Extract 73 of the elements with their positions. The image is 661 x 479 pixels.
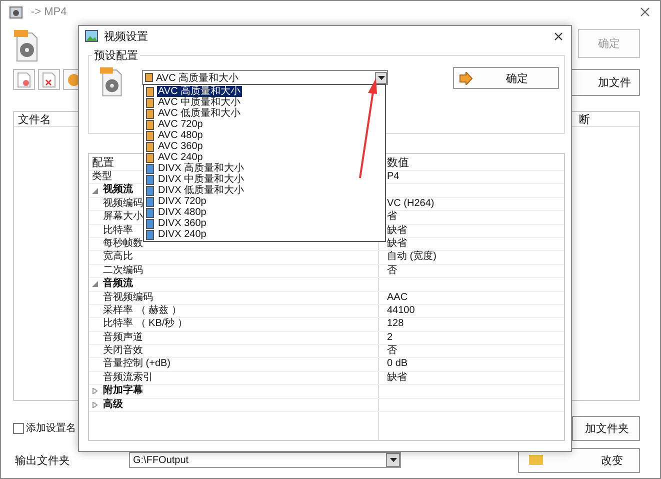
output-folder-combobox[interactable]: G:\FFOutput	[129, 452, 401, 468]
remove-file-button[interactable]	[13, 69, 35, 90]
column-header: 数值	[386, 156, 410, 170]
property-label: 类型	[92, 171, 112, 184]
property-value[interactable]: 省	[387, 211, 397, 222]
dropdown-option[interactable]: AVC 360p	[146, 141, 383, 152]
property-label: 音频流	[102, 278, 133, 291]
dropdown-option[interactable]: DIVX 480p	[146, 207, 383, 218]
property-value[interactable]: 自动 (宽度)	[387, 251, 436, 262]
dropdown-option[interactable]: DIVX 240p	[146, 229, 383, 240]
expand-icon[interactable]	[92, 188, 98, 194]
property-label: 音量控制 (+dB)	[102, 358, 171, 371]
property-label: 视频流	[102, 184, 133, 197]
property-label: 关闭音效	[102, 345, 143, 358]
property-label: 视频编码	[102, 198, 143, 210]
change-button[interactable]: 改变	[518, 448, 640, 472]
dropdown-option[interactable]: AVC 低质量和大小	[146, 108, 383, 119]
picture-icon	[85, 30, 98, 42]
close-icon[interactable]	[554, 32, 563, 40]
window-title: -> MP4	[31, 6, 67, 18]
checkbox[interactable]	[13, 422, 24, 434]
property-label: 音频声道	[102, 332, 143, 344]
column-header[interactable]: 文件名	[14, 112, 51, 126]
dropdown-option[interactable]: DIVX 中质量和大小	[146, 174, 383, 185]
output-folder-label: 输出文件夹	[15, 454, 71, 468]
dropdown-option[interactable]: AVC 480p	[146, 130, 383, 141]
property-label: 宽高比	[102, 251, 133, 264]
property-value[interactable]: 44100	[387, 304, 415, 316]
app-icon	[9, 5, 23, 19]
dropdown-option[interactable]: AVC 高质量和大小	[146, 86, 383, 97]
arrow-icon	[459, 72, 473, 84]
dropdown-option[interactable]: AVC 中质量和大小	[146, 97, 383, 108]
film-icon	[145, 73, 153, 82]
property-value[interactable]: 2	[387, 332, 393, 343]
dropdown-option[interactable]: DIVX 360p	[146, 218, 383, 229]
property-label: 音频流索引	[102, 372, 153, 384]
folder-icon	[529, 454, 543, 466]
property-label: 附加字幕	[102, 385, 143, 398]
expand-icon[interactable]	[92, 402, 98, 408]
property-value[interactable]: 缺省	[387, 224, 407, 236]
property-value[interactable]: 缺省	[387, 238, 407, 249]
property-label: 每秒帧数	[102, 238, 143, 250]
delete-file-button[interactable]	[38, 69, 60, 90]
property-value[interactable]: 否	[387, 345, 397, 356]
add-file-button[interactable]: 加文件	[570, 69, 640, 96]
mp4-file-icon	[14, 29, 40, 63]
property-label: 采样率 （ 赫兹 ）	[102, 304, 182, 318]
dropdown-option[interactable]: AVC 720p	[146, 119, 383, 130]
dropdown-option[interactable]: DIVX 720p	[146, 196, 383, 207]
dropdown-option[interactable]: DIVX 低质量和大小	[146, 185, 383, 196]
property-label: 屏幕大小	[102, 211, 143, 224]
property-value[interactable]: AAC	[387, 292, 408, 303]
property-label: 高级	[102, 398, 123, 412]
dialog-title: 视频设置	[104, 30, 148, 44]
property-value[interactable]: 0 dB	[387, 358, 408, 370]
property-label: 比特率	[102, 224, 133, 237]
expand-icon[interactable]	[92, 281, 98, 288]
property-label: 二次编码	[102, 264, 143, 277]
mp4-file-icon	[100, 66, 124, 98]
property-value[interactable]: P4	[387, 171, 400, 182]
add-folder-button[interactable]: 加文件夹	[572, 416, 640, 440]
confirm-button[interactable]: 确定	[453, 67, 559, 89]
group-title: 预设配置	[93, 49, 139, 63]
close-icon[interactable]	[640, 7, 650, 17]
property-value[interactable]: 缺省	[387, 372, 407, 383]
column-header[interactable]: 断	[579, 112, 639, 126]
property-label: 比特率 （ KB/秒 ）	[102, 318, 188, 331]
expand-icon[interactable]	[92, 388, 98, 394]
checkbox-label: 添加设置名	[26, 422, 76, 435]
property-value[interactable]: 否	[387, 264, 397, 276]
property-value[interactable]: VC (H264)	[387, 198, 434, 209]
property-label: 音视频编码	[102, 292, 153, 304]
property-value[interactable]: 128	[387, 318, 404, 330]
